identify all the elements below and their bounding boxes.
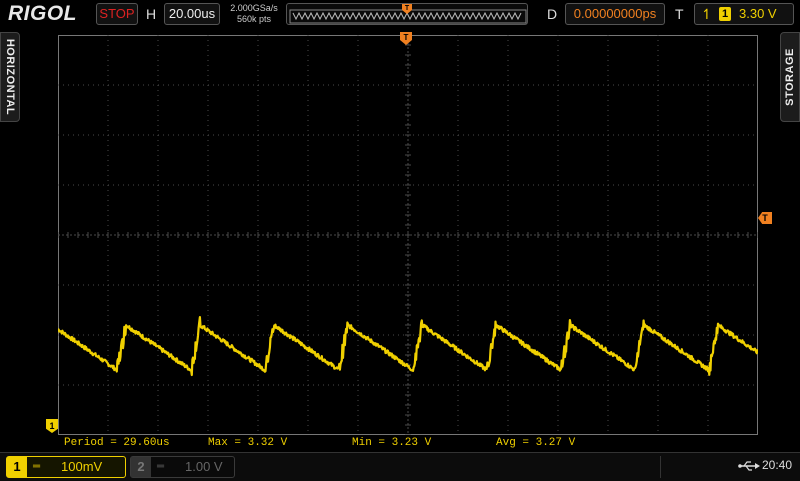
trigger-position-label: T	[404, 33, 409, 42]
acquisition-info: 2.000GSa/s 560k pts	[226, 3, 282, 25]
channel1-number: 1	[7, 457, 27, 477]
waveform-display	[58, 35, 758, 435]
usb-icon	[738, 461, 760, 471]
graticule	[58, 35, 758, 435]
clock: 20:40	[762, 458, 793, 472]
bottom-divider	[240, 456, 661, 478]
sample-rate: 2.000GSa/s	[230, 3, 278, 13]
delay-value-box[interactable]: 0.00000000ps	[565, 3, 665, 25]
brand-logo: RIGOL	[8, 2, 77, 25]
channel2-button[interactable]: 2 ═ 1.00 V	[130, 456, 235, 478]
measurement-max: Max = 3.32 V	[208, 437, 288, 449]
measurement-min: Min = 3.23 V	[352, 437, 432, 449]
measurement-period: Period = 29.60us	[64, 437, 170, 449]
horizontal-scale-box[interactable]: 20.00us	[164, 3, 220, 25]
horizontal-tab-label: HORIZONTAL	[4, 38, 16, 116]
top-status-bar: RIGOL STOP H 20.00us 2.000GSa/s 560k pts…	[0, 0, 800, 30]
horizontal-label: H	[146, 6, 157, 22]
memory-map-bar[interactable]: T	[286, 3, 528, 25]
channel1-ground-marker: 1	[46, 419, 58, 433]
trigger-level-marker: T	[758, 212, 772, 224]
memory-map-waveform: T	[289, 4, 527, 24]
channel2-scale: 1.00 V	[185, 459, 223, 474]
channel1-waveform	[58, 316, 758, 377]
trigger-source: 1	[719, 7, 731, 21]
trigger-position-marker: T	[400, 32, 412, 45]
horizontal-scale-value: 20.00us	[168, 6, 216, 21]
channel1-scale: 100mV	[61, 459, 103, 474]
rising-edge-icon: ↿	[701, 6, 713, 22]
horizontal-tab[interactable]: HORIZONTAL	[0, 32, 20, 122]
delay-label: D	[547, 6, 558, 22]
channel2-number: 2	[131, 457, 151, 477]
delay-value: 0.00000000ps	[573, 6, 657, 21]
memory-map-trigger-mark: T	[405, 5, 410, 12]
memory-depth: 560k pts	[236, 14, 272, 24]
measurement-avg: Avg = 3.27 V	[496, 437, 576, 449]
trigger-label: T	[675, 6, 684, 22]
channel1-button[interactable]: 1 ═ 100mV	[6, 456, 126, 478]
bottom-channel-bar: 1 ═ 100mV 2 ═ 1.00 V 20:40	[0, 452, 800, 481]
storage-tab[interactable]: STORAGE	[780, 32, 800, 122]
run-stop-indicator[interactable]: STOP	[96, 3, 138, 25]
dc-coupling-icon: ═	[33, 461, 41, 472]
trigger-settings-box[interactable]: ↿ 1 3.30 V	[694, 3, 794, 25]
storage-tab-label: STORAGE	[784, 48, 796, 106]
run-state-label: STOP	[99, 6, 135, 21]
trigger-level: 3.30 V	[739, 6, 777, 21]
dc-coupling-icon: ═	[157, 461, 165, 472]
